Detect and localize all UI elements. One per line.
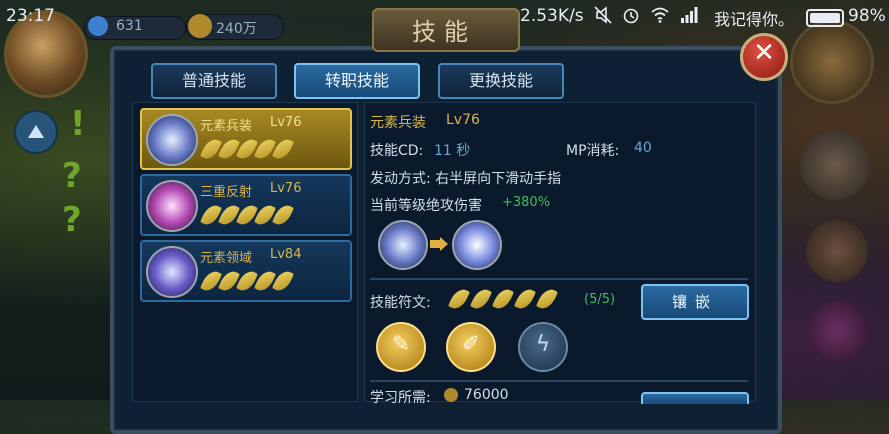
triple-reflection-skill-icon <box>146 180 198 232</box>
guild-icon[interactable] <box>800 130 870 200</box>
skill-name: 元素领域 <box>200 251 253 266</box>
feather-rune-icon: ✐ <box>461 332 481 357</box>
rune-leaf-icon <box>254 136 276 162</box>
runes-label: 技能符文: <box>370 295 431 311</box>
rune-leaf-icon <box>236 136 258 162</box>
learn-cost-value: 76000 <box>464 387 509 403</box>
battery-percent: 98% <box>848 6 886 26</box>
nav-up-button[interactable] <box>14 110 58 154</box>
detail-skill-name: 元素兵装 <box>370 115 426 131</box>
skill-item-triple-reflection[interactable]: 三重反射 Lv76 <box>140 174 352 236</box>
arrow-right-icon <box>430 237 448 251</box>
mute-icon <box>594 6 612 24</box>
trigger-method: 发动方式: 右半屏向下滑动手指 <box>370 171 562 187</box>
rune-leaf-icon <box>218 202 240 228</box>
rune-slot-3[interactable]: ϟ <box>518 322 568 372</box>
runes-count: (5/5) <box>584 292 616 307</box>
quest-question-icon[interactable]: ? <box>62 156 82 196</box>
lightning-rune-icon: ϟ <box>535 332 551 357</box>
damage-label: 当前等级绝攻伤害 <box>370 198 482 214</box>
status-bar: 23:17 2.53K/s 我记得你。 98% <box>0 0 889 34</box>
inlay-button[interactable]: 镶嵌 <box>641 284 749 320</box>
rune-leaf-icon <box>236 202 258 228</box>
rune-slot-2[interactable]: ✐ <box>446 322 496 372</box>
close-icon: ✕ <box>753 38 775 68</box>
rune-leaf-icon <box>514 286 536 312</box>
rune-leaf-icon <box>218 136 240 162</box>
rune-slots <box>448 286 558 312</box>
skill-level: Lv76 <box>270 181 302 196</box>
rune-leaf-icon <box>200 268 222 294</box>
elemental-domain-skill-icon <box>146 246 198 298</box>
alarm-icon <box>623 8 639 24</box>
tab-job-skills[interactable]: 转职技能 <box>294 63 420 99</box>
rune-leaf-icon <box>272 136 294 162</box>
skill-item-elemental-domain[interactable]: 元素领域 Lv84 <box>140 240 352 302</box>
skill-item-elemental-armament[interactable]: 元素兵装 Lv76 <box>140 108 352 170</box>
damage-value: +380% <box>502 195 551 210</box>
mp-value: 40 <box>634 140 652 156</box>
scroll-rune-icon: ✎ <box>391 332 411 357</box>
status-icons <box>594 6 698 24</box>
carrier-name: 我记得你。 <box>714 10 795 29</box>
rune-leaf-icon <box>272 268 294 294</box>
learn-cost-label: 学习所需: <box>370 390 431 406</box>
detail-skill-level: Lv76 <box>446 112 480 128</box>
rune-slot-1[interactable]: ✎ <box>376 322 426 372</box>
skill-rune-leaves <box>200 136 294 162</box>
skill-rune-leaves <box>200 202 294 228</box>
tab-normal-skills[interactable]: 普通技能 <box>151 63 277 99</box>
skill-level: Lv76 <box>270 115 302 130</box>
close-button[interactable]: ✕ <box>740 33 788 81</box>
rune-leaf-icon <box>492 286 514 312</box>
skill-name: 三重反射 <box>200 185 253 200</box>
pet-icon[interactable] <box>806 300 868 362</box>
skill-name: 元素兵装 <box>200 119 253 134</box>
elemental-armament-skill-icon <box>146 114 198 166</box>
current-skill-icon <box>378 220 428 270</box>
wifi-icon <box>651 7 669 23</box>
status-time: 23:17 <box>6 6 55 26</box>
rune-leaf-icon <box>254 268 276 294</box>
rune-leaf-icon <box>254 202 276 228</box>
tab-change-skills[interactable]: 更换技能 <box>438 63 564 99</box>
skill-rune-leaves <box>200 268 294 294</box>
social-icon[interactable] <box>806 220 868 282</box>
divider <box>370 380 748 382</box>
skill-level: Lv84 <box>270 247 302 262</box>
battery-icon <box>806 9 844 27</box>
quest-exclaim-icon[interactable]: ! <box>70 104 86 144</box>
rune-leaf-icon <box>470 286 492 312</box>
quest-question-icon[interactable]: ? <box>62 200 82 240</box>
rune-leaf-icon <box>448 286 470 312</box>
rune-leaf-icon <box>236 268 258 294</box>
signal-icon <box>681 7 698 23</box>
rune-leaf-icon <box>218 268 240 294</box>
divider <box>370 278 748 280</box>
cd-label: 技能CD: <box>370 143 424 159</box>
learn-button[interactable] <box>641 392 749 404</box>
cd-value: 11 秒 <box>434 143 471 159</box>
rune-leaf-icon <box>200 136 222 162</box>
upgraded-skill-icon <box>452 220 502 270</box>
mp-label: MP消耗: <box>566 143 620 159</box>
rune-leaf-icon <box>200 202 222 228</box>
arrow-up-icon <box>28 125 44 138</box>
network-speed: 2.53K/s <box>520 6 584 26</box>
rune-leaf-icon <box>272 202 294 228</box>
